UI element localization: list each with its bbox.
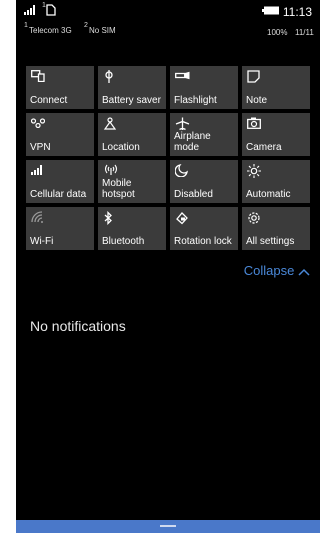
tile-bluetooth[interactable]: Bluetooth [98,207,166,250]
hotspot-icon [103,164,119,179]
brightness-icon [247,164,261,181]
camera-icon [247,117,261,132]
tile-label: Wi-Fi [30,236,54,247]
action-center: 1 1 Telecom 3G 2 No SIM 11:13 100% 11/11… [16,0,320,533]
tile-label: Bluetooth [102,236,145,247]
cellular-data-icon [31,164,45,178]
clock: 11:13 [282,5,312,19]
connect-icon [31,70,45,85]
wifi-icon [31,211,45,226]
battery-percent: 100% [267,28,288,37]
tile-note[interactable]: Note [242,66,310,109]
sim-icon [46,4,56,19]
drag-handle[interactable] [160,525,176,527]
quick-actions-grid: Connect Battery saver Flashlight Note VP… [26,66,312,250]
tile-label: Camera [246,142,282,153]
status-bar: 1 1 Telecom 3G 2 No SIM 11:13 100% 11/11 [16,0,320,50]
tile-label: Rotation lock [174,236,232,247]
tile-camera[interactable]: Camera [242,113,310,156]
sim2-index: 2 [84,22,88,29]
tile-location[interactable]: Location [98,113,166,156]
tile-wifi[interactable]: Wi-Fi [26,207,94,250]
tile-brightness[interactable]: Automatic [242,160,310,203]
tile-label: Note [246,95,268,106]
tile-label: Mobile hotspot [102,178,135,200]
bluetooth-icon [103,210,113,228]
empty-notifications-text: No notifications [30,318,126,334]
tile-label: Battery saver [102,95,161,106]
tile-label: Flashlight [174,95,217,106]
rotation-lock-icon [175,211,189,228]
chevron-up-icon [298,263,310,278]
tile-label: All settings [246,236,295,247]
tile-cellular-data[interactable]: Cellular data [26,160,94,203]
date: 11/11 [295,28,314,37]
tile-label: Connect [30,95,68,106]
collapse-button[interactable]: Collapse [244,263,310,278]
tile-label: VPN [30,142,51,153]
tile-label: Airplane mode [174,131,211,153]
tile-all-settings[interactable]: All settings [242,207,310,250]
tile-label: Location [102,142,140,153]
settings-icon [247,211,261,228]
sim2-network: No SIM [89,26,116,35]
quiet-hours-icon [174,164,188,180]
tile-airplane-mode[interactable]: Airplane mode [170,113,238,156]
sim1-network: Telecom 3G [29,26,72,35]
tile-label: Automatic [246,189,291,200]
drag-handle-bar[interactable] [16,520,320,533]
battery-saver-icon [103,70,115,87]
tile-vpn[interactable]: VPN [26,113,94,156]
tile-label: Cellular data [30,189,87,200]
tile-flashlight[interactable]: Flashlight [170,66,238,109]
tile-label: Disabled [174,189,213,200]
location-icon [103,117,117,134]
vpn-icon [30,117,46,131]
sim1-index: 1 [24,22,28,29]
tile-mobile-hotspot[interactable]: Mobile hotspot [98,160,166,203]
tile-battery-saver[interactable]: Battery saver [98,66,166,109]
signal-icon [24,4,38,18]
battery-icon [262,6,280,18]
tile-quiet-hours[interactable]: Disabled [170,160,238,203]
note-icon [247,70,260,86]
tile-rotation-lock[interactable]: Rotation lock [170,207,238,250]
flashlight-icon [175,70,191,84]
tile-connect[interactable]: Connect [26,66,94,109]
collapse-label: Collapse [243,263,295,278]
